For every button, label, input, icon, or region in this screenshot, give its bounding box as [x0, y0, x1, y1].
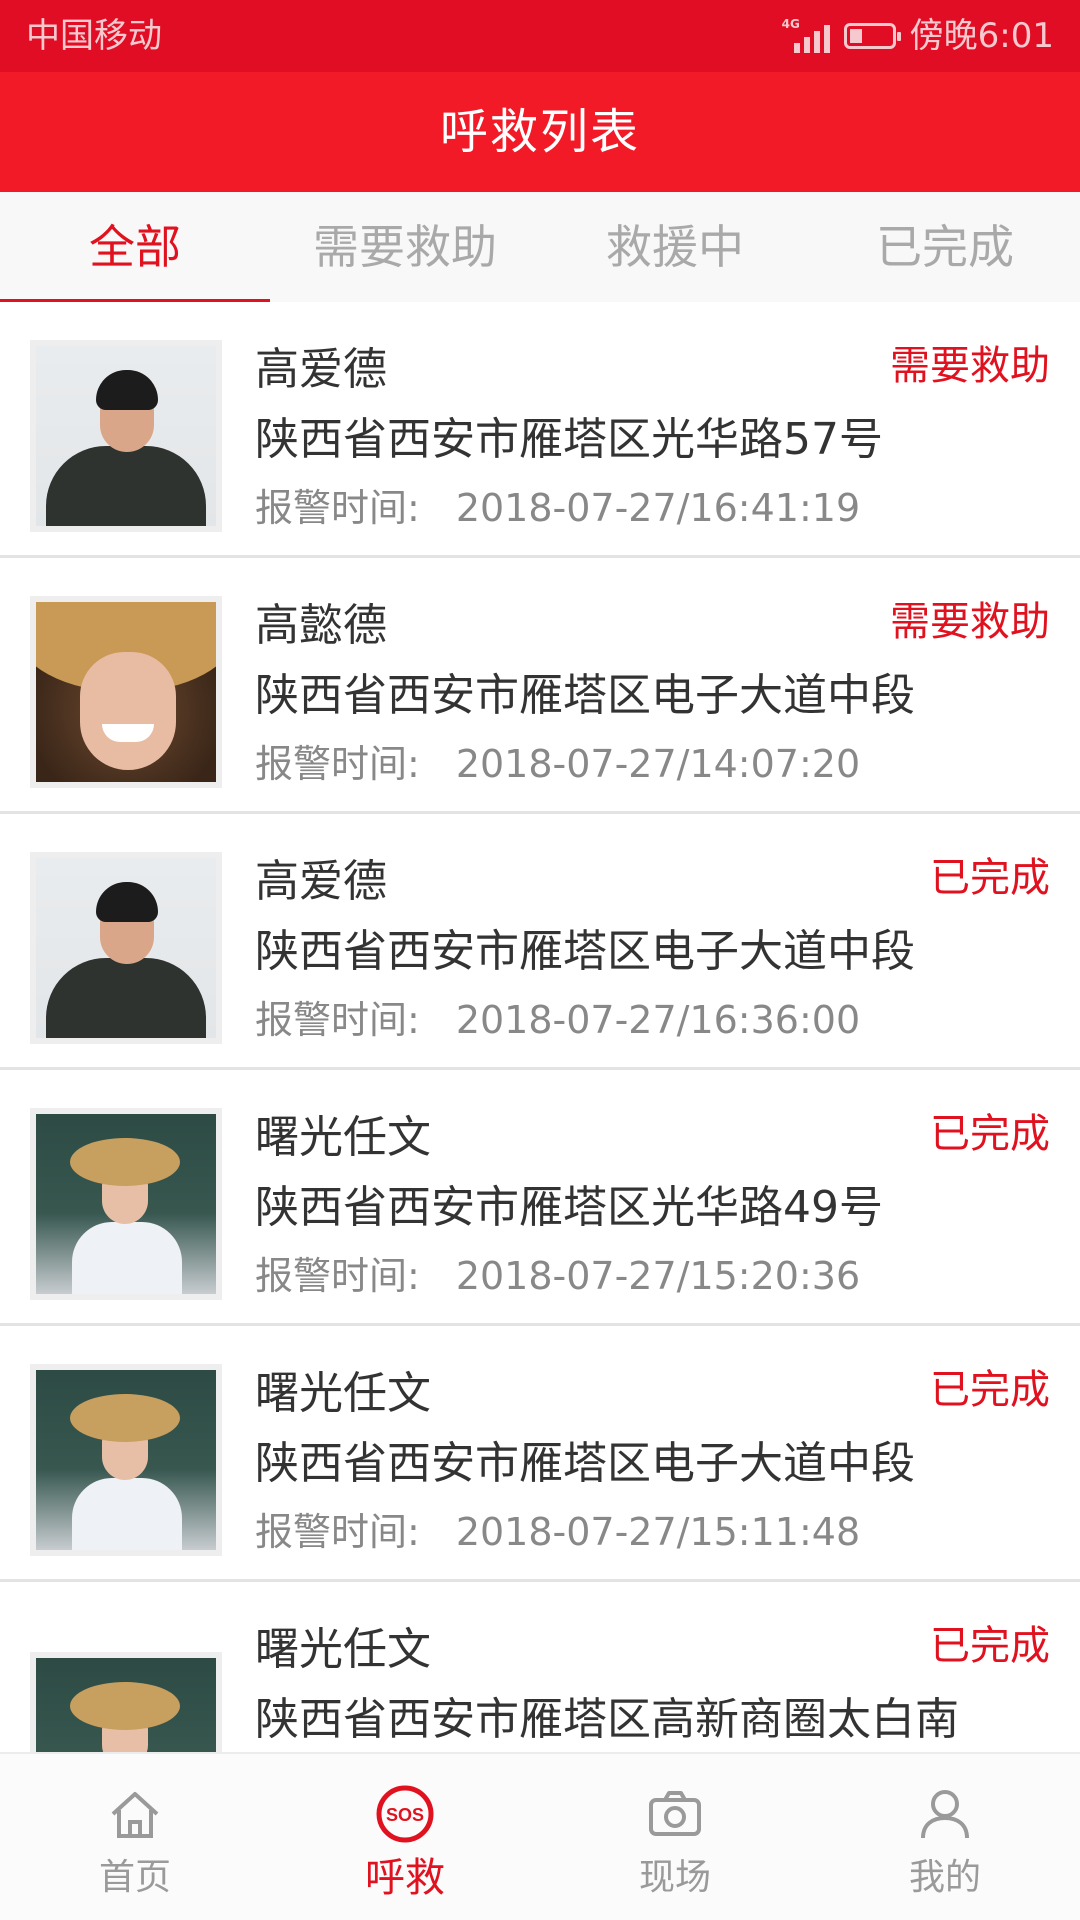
- user-icon: [921, 1790, 969, 1839]
- status-badge: 已完成: [930, 1111, 1050, 1157]
- nav-profile[interactable]: 我的: [810, 1754, 1080, 1920]
- home-icon: [111, 1792, 159, 1838]
- avatar: [30, 1364, 222, 1556]
- caller-address: 陕西省西安市雁塔区电子大道中段: [255, 926, 915, 977]
- list-item[interactable]: 高爱德 已完成 陕西省西安市雁塔区电子大道中段 报警时间: 2018-07-27/…: [0, 814, 1080, 1070]
- nav-home-label: 首页: [98, 1857, 171, 1898]
- filter-tabs: 全部 需要救助 救援中 已完成: [0, 192, 1080, 302]
- tab-all[interactable]: 全部: [0, 192, 270, 302]
- list-item[interactable]: 曙光任文 已完成 陕西省西安市雁塔区光华路49号 报警时间: 2018-07-27…: [0, 1070, 1080, 1326]
- alarm-time-row: 报警时间: 2018-07-27/15:11:48: [255, 1504, 860, 1560]
- alarm-time-value: 2018-07-27/16:41:19: [455, 486, 861, 530]
- alarm-time-row: 报警时间: 2018-07-27/16:36:00: [255, 992, 860, 1048]
- avatar: [30, 1652, 222, 1752]
- clock: 傍晚6:01: [909, 16, 1054, 56]
- alarm-time-label: 报警时间:: [255, 1510, 420, 1554]
- alarm-time-value: 2018-07-27/16:36:00: [455, 998, 861, 1042]
- status-icons: 4G 傍晚6:01: [782, 14, 1054, 58]
- caller-address: 陕西省西安市雁塔区电子大道中段: [255, 670, 915, 721]
- sos-icon-text: SOS: [386, 1805, 424, 1825]
- tab-completed[interactable]: 已完成: [810, 192, 1080, 302]
- status-bar: 中国移动 4G 傍晚6:01: [0, 0, 1080, 72]
- nav-profile-label: 我的: [908, 1857, 981, 1898]
- caller-address: 陕西省西安市雁塔区光华路49号: [255, 1182, 883, 1233]
- page-title: 呼救列表: [439, 104, 640, 160]
- nav-sos[interactable]: SOS 呼救: [270, 1754, 540, 1920]
- alarm-time-value: 2018-07-27/15:11:48: [455, 1510, 861, 1554]
- nav-sos-label: 呼救: [365, 1855, 445, 1901]
- battery-icon: [843, 23, 901, 49]
- caller-name: 高懿德: [255, 600, 387, 651]
- alarm-time-label: 报警时间:: [255, 486, 420, 530]
- tab-need-help[interactable]: 需要救助: [270, 192, 540, 302]
- alarm-time-row: 报警时间: 2018-07-27/15:20:36: [255, 1248, 860, 1304]
- alarm-time-row: 报警时间: 2018-07-27/14:07:20: [255, 736, 860, 792]
- caller-name: 高爱德: [255, 856, 387, 907]
- list-item[interactable]: 高爱德 需要救助 陕西省西安市雁塔区光华路57号 报警时间: 2018-07-27…: [0, 302, 1080, 558]
- avatar: [30, 1108, 222, 1300]
- list-item[interactable]: 曙光任文 已完成 陕西省西安市雁塔区电子大道中段 报警时间: 2018-07-27…: [0, 1326, 1080, 1582]
- status-badge: 已完成: [930, 855, 1050, 901]
- avatar: [30, 340, 222, 532]
- network-type: 4G: [781, 17, 800, 31]
- avatar: [30, 596, 222, 788]
- tab-rescuing[interactable]: 救援中: [540, 192, 810, 302]
- list-item[interactable]: 曙光任文 已完成 陕西省西安市雁塔区高新商圈太白南: [0, 1582, 1080, 1752]
- alarm-time-value: 2018-07-27/14:07:20: [455, 742, 861, 786]
- nav-scene-label: 现场: [638, 1857, 711, 1898]
- nav-scene[interactable]: 现场: [540, 1754, 810, 1920]
- alarm-time-value: 2018-07-27/15:20:36: [455, 1254, 861, 1298]
- carrier-name: 中国移动: [26, 16, 162, 56]
- avatar: [30, 852, 222, 1044]
- alarm-time-row: 报警时间: 2018-07-27/16:41:19: [255, 480, 860, 536]
- status-badge: 需要救助: [890, 599, 1050, 645]
- alarm-time-label: 报警时间:: [255, 998, 420, 1042]
- alarm-time-label: 报警时间:: [255, 1254, 420, 1298]
- caller-address: 陕西省西安市雁塔区光华路57号: [255, 414, 883, 465]
- status-badge: 需要救助: [890, 343, 1050, 389]
- status-badge: 已完成: [930, 1367, 1050, 1413]
- bottom-nav: 首页 SOS 呼救 现场 我的: [0, 1752, 1080, 1920]
- list-item[interactable]: 高懿德 需要救助 陕西省西安市雁塔区电子大道中段 报警时间: 2018-07-27…: [0, 558, 1080, 814]
- app-header: 呼救列表: [0, 72, 1080, 192]
- alarm-time-label: 报警时间:: [255, 742, 420, 786]
- sos-icon: SOS: [376, 1785, 434, 1843]
- caller-name: 曙光任文: [255, 1624, 431, 1675]
- camera-icon: [649, 1791, 701, 1836]
- nav-home[interactable]: 首页: [0, 1754, 270, 1920]
- caller-address: 陕西省西安市雁塔区高新商圈太白南: [255, 1694, 959, 1745]
- caller-name: 高爱德: [255, 344, 387, 395]
- signal-icon: 4G: [781, 17, 830, 53]
- status-badge: 已完成: [930, 1623, 1050, 1669]
- sos-list: 高爱德 需要救助 陕西省西安市雁塔区光华路57号 报警时间: 2018-07-27…: [0, 302, 1080, 1752]
- caller-name: 曙光任文: [255, 1368, 431, 1419]
- caller-address: 陕西省西安市雁塔区电子大道中段: [255, 1438, 915, 1489]
- caller-name: 曙光任文: [255, 1112, 431, 1163]
